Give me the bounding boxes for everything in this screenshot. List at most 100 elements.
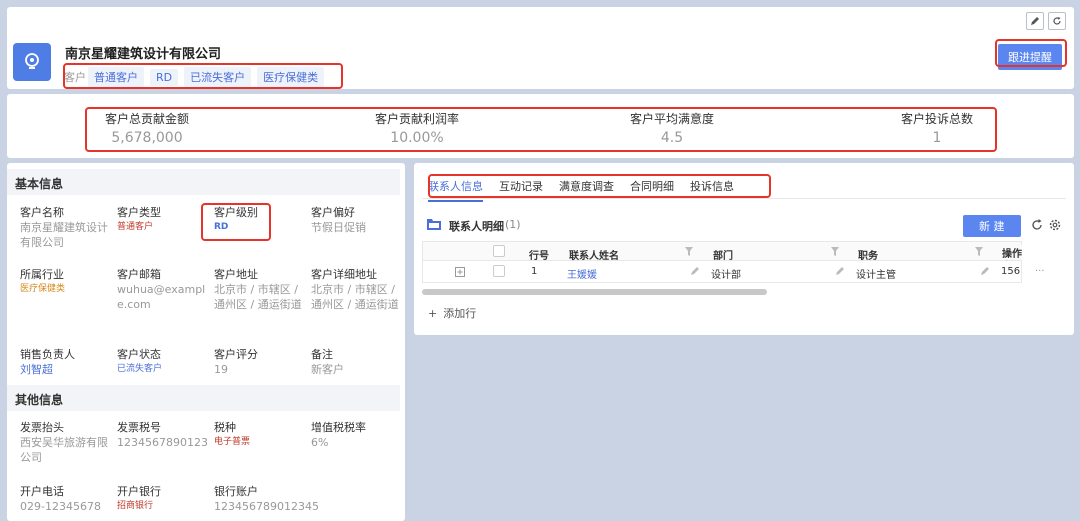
field-value: 已流失客户 xyxy=(117,364,163,374)
field-customer-preference: 客户偏好 节假日促销 xyxy=(311,205,403,235)
field-value: 1234567890123 xyxy=(117,436,208,449)
field-label: 所属行业 xyxy=(20,268,64,281)
field-invoice-title: 发票抬头 西安吴华旅游有限公司 xyxy=(20,420,112,465)
cell-contact-name[interactable]: 王媛媛 xyxy=(567,266,597,281)
field-customer-type: 客户类型 普通客户 xyxy=(117,205,209,235)
field-tax-number: 发票税号 1234567890123 xyxy=(117,420,209,450)
field-label: 开户银行 xyxy=(117,485,161,498)
col-actions: 操作 xyxy=(998,245,1022,260)
highlight-box xyxy=(63,63,343,89)
add-row-label: 添加行 xyxy=(443,307,477,320)
pencil-icon xyxy=(1031,17,1039,25)
company-logo xyxy=(13,43,51,81)
field-value: 新客户 xyxy=(311,363,344,376)
gear-icon[interactable] xyxy=(1048,218,1062,232)
field-label: 客户偏好 xyxy=(311,206,355,219)
field-vat-rate: 增值税税率 6% xyxy=(311,420,403,450)
field-value: wuhua@example.com xyxy=(117,283,206,311)
field-value: 北京市 / 市辖区 / 通州区 / 通运街道 xyxy=(214,283,302,311)
field-label: 销售负责人 xyxy=(20,348,75,361)
field-label: 发票税号 xyxy=(117,421,161,434)
field-value[interactable]: 刘智超 xyxy=(20,362,112,377)
field-value: 电子普票 xyxy=(214,437,251,447)
other-info-title: 其他信息 xyxy=(7,385,400,411)
field-value: 南京星耀建筑设计有限公司 xyxy=(20,221,108,249)
field-detail-address: 客户详细地址 北京市 / 市辖区 / 通州区 / 通运街道 xyxy=(311,267,403,312)
field-value: 普通客户 xyxy=(117,222,154,232)
highlight-box xyxy=(85,107,997,152)
field-sales-owner: 销售负责人 刘智超 xyxy=(20,347,112,377)
field-tax-type: 税种 电子普票 xyxy=(214,420,306,450)
plus-icon: + xyxy=(428,307,438,320)
field-label: 发票抬头 xyxy=(20,421,64,434)
info-panel: 基本信息 客户名称 南京星耀建筑设计有限公司 客户类型 普通客户 客户级别 RD… xyxy=(7,163,405,521)
filter-icon[interactable] xyxy=(831,247,839,256)
field-value: 招商银行 xyxy=(117,501,154,511)
pencil-icon[interactable] xyxy=(690,266,700,276)
highlight-box xyxy=(201,203,271,241)
table-header: 行号 联系人姓名 部门 职务 联系 操作 xyxy=(422,241,1022,262)
field-value: 西安吴华旅游有限公司 xyxy=(20,436,108,464)
horizontal-scrollbar[interactable] xyxy=(422,289,767,295)
field-label: 银行账户 xyxy=(214,485,258,498)
field-label: 客户详细地址 xyxy=(311,268,377,281)
cell-department: 设计部 xyxy=(711,270,741,281)
edit-button[interactable] xyxy=(1026,12,1044,30)
field-bank-name: 开户银行 招商银行 xyxy=(117,484,209,514)
refresh-button[interactable] xyxy=(1048,12,1066,30)
divider xyxy=(422,198,1066,199)
field-address: 客户地址 北京市 / 市辖区 / 通州区 / 通运街道 xyxy=(214,267,306,312)
field-label: 客户类型 xyxy=(117,206,161,219)
cell-position: 设计主管 xyxy=(856,270,896,281)
select-all-checkbox[interactable] xyxy=(493,245,505,257)
highlight-box xyxy=(428,174,771,198)
field-label: 客户状态 xyxy=(117,348,161,361)
row-actions-menu[interactable]: ··· xyxy=(1035,266,1045,277)
field-value: 节假日促销 xyxy=(311,221,366,234)
field-value: 北京市 / 市辖区 / 通州区 / 通运街道 xyxy=(311,283,399,311)
field-bank-phone: 开户电话 029-12345678 xyxy=(20,484,112,514)
field-value: 医疗保健类 xyxy=(20,284,66,294)
filter-icon[interactable] xyxy=(685,247,693,256)
pencil-icon[interactable] xyxy=(980,266,990,276)
new-contact-button[interactable]: 新 建 xyxy=(963,215,1021,237)
field-customer-name: 客户名称 南京星耀建筑设计有限公司 xyxy=(20,205,112,250)
detail-tabs-panel: 联系人信息 互动记录 满意度调查 合同明细 投诉信息 联系人明细 (1) 新 建… xyxy=(414,163,1074,335)
filter-icon[interactable] xyxy=(975,247,983,256)
field-label: 客户地址 xyxy=(214,268,258,281)
col-position: 职务 xyxy=(858,251,878,262)
cell-phone: 156 xyxy=(1001,266,1021,277)
pencil-icon[interactable] xyxy=(835,266,845,276)
field-value: 029-12345678 xyxy=(20,500,101,513)
field-label: 开户电话 xyxy=(20,485,64,498)
contacts-count: (1) xyxy=(505,218,521,231)
field-email: 客户邮箱 wuhua@example.com xyxy=(117,267,209,312)
folder-icon xyxy=(427,219,441,230)
field-value: 19 xyxy=(214,363,228,376)
basic-info-title: 基本信息 xyxy=(7,169,400,195)
field-label: 税种 xyxy=(214,421,236,434)
col-row-number: 行号 xyxy=(529,251,549,262)
highlight-box xyxy=(995,39,1067,67)
field-label: 增值税税率 xyxy=(311,421,366,434)
expand-row-icon[interactable] xyxy=(455,267,465,277)
table-row: 1 王媛媛 设计部 设计主管 156 ··· xyxy=(422,261,1045,283)
field-customer-score: 客户评分 19 xyxy=(214,347,306,377)
field-label: 客户名称 xyxy=(20,206,64,219)
refresh-icon xyxy=(1053,17,1061,25)
row-checkbox[interactable] xyxy=(493,265,505,277)
customer-header: 南京星耀建筑设计有限公司 客户 普通客户 RD 已流失客户 医疗保健类 跟进提醒 xyxy=(7,7,1074,89)
field-label: 备注 xyxy=(311,348,333,361)
field-remark: 备注 新客户 xyxy=(311,347,403,377)
field-bank-account: 银行账户 123456789012345 xyxy=(214,484,364,514)
field-value: 6% xyxy=(311,436,329,449)
field-label: 客户评分 xyxy=(214,348,258,361)
lightbulb-icon xyxy=(25,53,39,69)
cell-row-number: 1 xyxy=(531,266,538,277)
col-department: 部门 xyxy=(713,251,733,262)
company-name: 南京星耀建筑设计有限公司 xyxy=(65,47,222,62)
add-row-button[interactable]: + 添加行 xyxy=(428,305,476,321)
field-industry: 所属行业 医疗保健类 xyxy=(20,267,112,297)
col-contact-name: 联系人姓名 xyxy=(569,251,619,262)
refresh-icon[interactable] xyxy=(1030,218,1044,232)
